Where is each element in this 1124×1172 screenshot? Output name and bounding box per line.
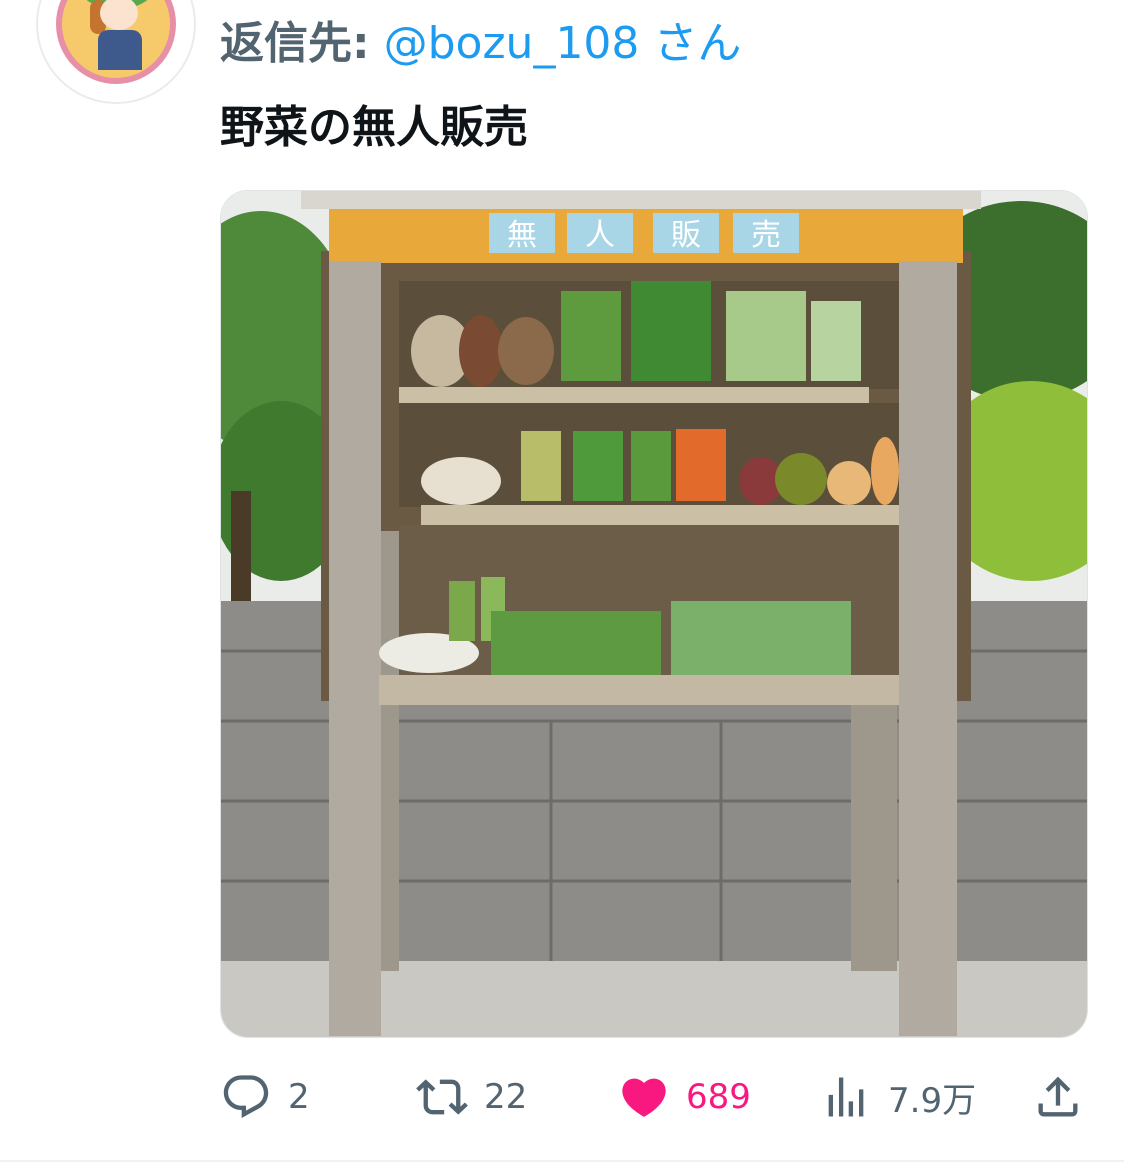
like-button[interactable]: 689 bbox=[618, 1066, 751, 1128]
reply-to-label: 返信先: bbox=[220, 18, 370, 69]
analytics-icon bbox=[828, 1077, 864, 1117]
views-button[interactable]: 7.9万 bbox=[820, 1066, 976, 1128]
retweet-button[interactable]: 22 bbox=[416, 1066, 527, 1128]
tweet-photo[interactable]: 無 人 販 売 bbox=[220, 190, 1088, 1038]
reply-button[interactable]: 2 bbox=[220, 1066, 310, 1128]
heart-filled-icon bbox=[622, 1078, 666, 1117]
like-count: 689 bbox=[686, 1077, 751, 1117]
sign-char-2: 人 bbox=[585, 218, 615, 253]
sign-char-4: 売 bbox=[751, 218, 781, 253]
reply-to-honorific[interactable]: さん bbox=[653, 18, 741, 69]
sign-char-3: 販 bbox=[671, 218, 701, 253]
reply-icon bbox=[223, 1075, 269, 1119]
reply-to-line: 返信先: @bozu_108 さん bbox=[220, 14, 741, 74]
retweet-icon bbox=[416, 1079, 468, 1115]
share-button[interactable] bbox=[1032, 1066, 1084, 1128]
views-count: 7.9万 bbox=[888, 1080, 977, 1121]
reply-count: 2 bbox=[288, 1077, 310, 1117]
sign-char-1: 無 bbox=[507, 218, 537, 253]
tweet-action-bar: 2 22 689 7.9万 bbox=[220, 1066, 1088, 1128]
reply-to-handle-link[interactable]: @bozu_108 bbox=[384, 18, 640, 69]
retweet-count: 22 bbox=[484, 1077, 528, 1117]
share-icon bbox=[1038, 1076, 1078, 1117]
tweet-text: 野菜の無人販売 bbox=[220, 102, 528, 153]
bottom-divider bbox=[0, 1160, 1124, 1162]
author-avatar[interactable] bbox=[36, 0, 196, 104]
avatar-illustration bbox=[56, 0, 176, 84]
